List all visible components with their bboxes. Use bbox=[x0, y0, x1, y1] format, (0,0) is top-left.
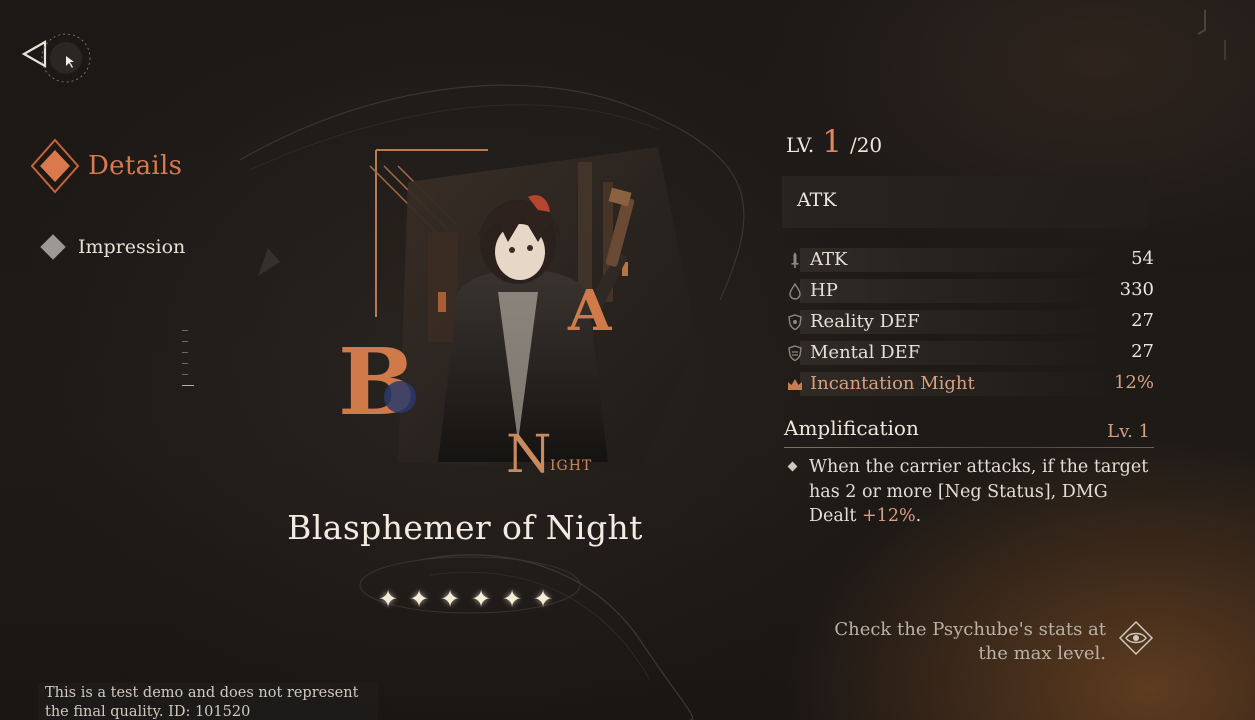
stat-name: HP bbox=[810, 280, 838, 301]
back-button[interactable] bbox=[18, 26, 98, 90]
stat-row-hp: HP 330 bbox=[784, 277, 1154, 304]
divider bbox=[784, 447, 1154, 448]
star-icon: ✦ bbox=[532, 585, 554, 613]
level-max: /20 bbox=[849, 133, 883, 157]
bullet-icon bbox=[787, 461, 798, 472]
stat-row-atk: ATK 54 bbox=[784, 246, 1154, 273]
stat-name: Incantation Might bbox=[810, 373, 975, 394]
psychube-name: Blasphemer of Night bbox=[287, 508, 643, 547]
amplification-level: Lv. 1 bbox=[1107, 421, 1150, 442]
art-letter-a: A bbox=[567, 278, 613, 344]
tab-impression[interactable]: Impression bbox=[40, 234, 186, 260]
psychube-details-screen: Details Impression B A N IGHT Blasphemer… bbox=[0, 0, 1255, 720]
stat-value: 27 bbox=[1131, 310, 1154, 331]
eye-icon bbox=[1118, 620, 1154, 656]
level-display: LV. 1 /20 bbox=[786, 124, 882, 160]
stat-name: Reality DEF bbox=[810, 311, 920, 332]
sword-icon bbox=[791, 251, 799, 268]
view-max-stats-button[interactable] bbox=[1118, 620, 1154, 656]
art-letter-n: N bbox=[506, 425, 552, 482]
star-icon: ✦ bbox=[377, 585, 399, 613]
tab-details-label: Details bbox=[88, 151, 183, 181]
stat-value: 27 bbox=[1131, 341, 1154, 362]
amplification-title: Amplification bbox=[784, 416, 919, 440]
type-label: ATK bbox=[797, 189, 837, 211]
amplification-desc-end: . bbox=[915, 506, 922, 526]
stat-name: ATK bbox=[810, 249, 848, 270]
artwork-illustration: B A N IGHT bbox=[338, 147, 698, 485]
type-selector[interactable]: ATK bbox=[782, 176, 1149, 228]
shield-icon bbox=[788, 344, 802, 361]
shield-icon bbox=[788, 313, 802, 330]
level-current: 1 bbox=[822, 124, 842, 160]
star-icon: ✦ bbox=[470, 585, 492, 613]
disclaimer-box: This is a test demo and does not represe… bbox=[38, 683, 378, 720]
crown-icon bbox=[788, 378, 802, 390]
stat-value: 330 bbox=[1119, 279, 1154, 300]
disclaimer-text: This is a test demo and does not represe… bbox=[45, 685, 359, 720]
amplification-desc-main: When the carrier attacks, if the target … bbox=[809, 457, 1149, 526]
stat-row-reality-def: Reality DEF 27 bbox=[784, 308, 1154, 335]
stat-name: Mental DEF bbox=[810, 342, 921, 363]
star-icon: ✦ bbox=[439, 585, 461, 613]
stat-row-incantation-might: Incantation Might 12% bbox=[784, 370, 1154, 397]
scroll-indicator bbox=[182, 330, 194, 396]
psychube-artwork: B A N IGHT bbox=[338, 142, 698, 485]
stat-row-mental-def: Mental DEF 27 bbox=[784, 339, 1154, 366]
tab-impression-label: Impression bbox=[78, 236, 186, 258]
rarity-stars: ✦ ✦ ✦ ✦ ✦ ✦ bbox=[376, 585, 555, 613]
star-icon: ✦ bbox=[501, 585, 523, 613]
star-icon: ✦ bbox=[408, 585, 430, 613]
drop-icon bbox=[789, 282, 801, 300]
amplification-description: When the carrier attacks, if the target … bbox=[809, 455, 1154, 529]
level-label: LV. bbox=[786, 133, 815, 157]
amplification-desc-highlight: +12% bbox=[862, 506, 916, 526]
check-max-level-text: Check the Psychube's stats at the max le… bbox=[834, 619, 1106, 664]
back-triangle-icon bbox=[21, 33, 91, 83]
art-letters-ight: IGHT bbox=[550, 458, 592, 474]
diamond-icon bbox=[40, 234, 66, 260]
stat-value: 54 bbox=[1131, 248, 1154, 269]
tab-details[interactable]: Details bbox=[30, 138, 182, 194]
active-diamond-icon bbox=[30, 138, 80, 194]
stat-value: 12% bbox=[1113, 372, 1154, 393]
